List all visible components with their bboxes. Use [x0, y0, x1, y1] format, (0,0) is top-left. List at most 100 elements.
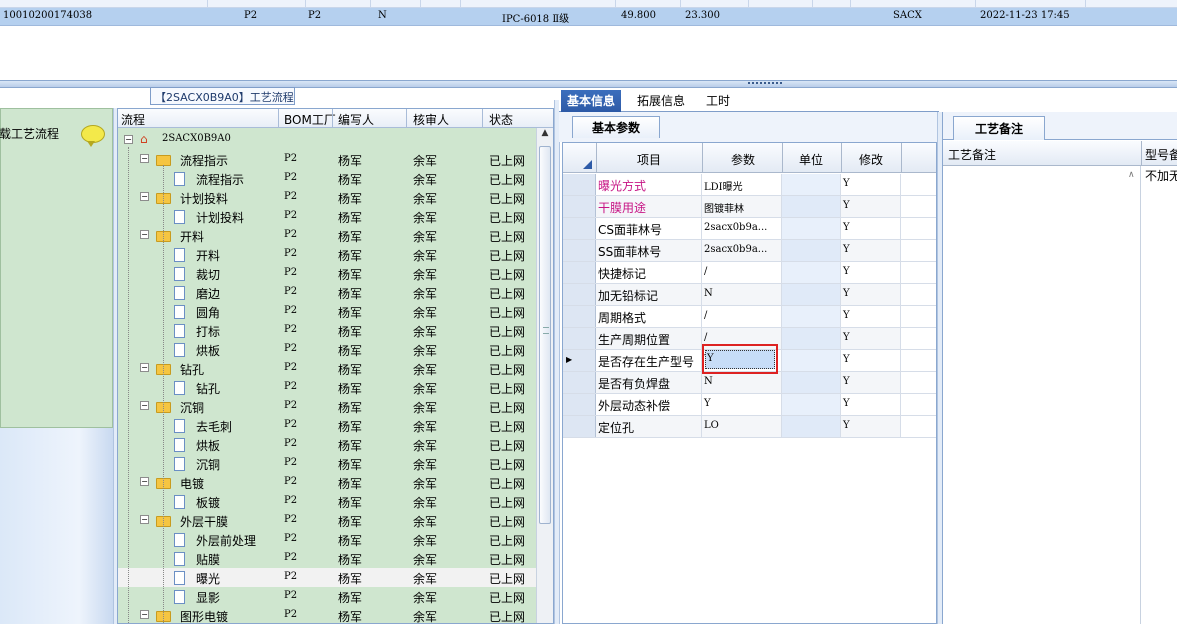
param-unit-cell[interactable] — [782, 174, 841, 195]
tree-row-doc[interactable]: 流程指示 P2 杨军 余军 已上网 — [118, 169, 536, 188]
param-row[interactable]: 是否有负焊盘 N Y — [563, 372, 936, 394]
param-row[interactable]: 曝光方式 LDI曝光 Y — [563, 174, 936, 196]
param-unit-cell[interactable] — [782, 262, 841, 283]
tree-row-doc[interactable]: 钻孔 P2 杨军 余军 已上网 — [118, 378, 536, 397]
collapse-toggle-icon[interactable]: − — [124, 135, 133, 144]
param-modify-cell[interactable]: Y — [841, 262, 901, 283]
header-writer[interactable]: 编写人 — [338, 111, 374, 128]
tab-work-hours[interactable]: 工时 — [700, 90, 736, 112]
param-modify-cell[interactable]: Y — [841, 218, 901, 239]
param-row[interactable]: 加无铅标记 N Y — [563, 284, 936, 306]
tree-row-folder[interactable]: − 图形电镀 P2 杨军 余军 已上网 — [118, 606, 536, 623]
param-modify-cell[interactable]: Y — [841, 372, 901, 393]
tree-row-doc[interactable]: 板镀 P2 杨军 余军 已上网 — [118, 492, 536, 511]
header-item[interactable]: 项目 — [637, 151, 661, 168]
tree-row-doc[interactable]: 显影 P2 杨军 余军 已上网 — [118, 587, 536, 606]
row-indicator[interactable]: ▶ — [563, 350, 596, 371]
param-value-cell[interactable]: N — [702, 284, 782, 305]
param-value-cell[interactable]: N — [702, 372, 782, 393]
collapse-toggle-icon[interactable]: − — [140, 230, 149, 239]
param-modify-cell[interactable]: Y — [841, 196, 901, 217]
header-factory[interactable]: BOM工厂 — [284, 111, 336, 128]
param-unit-cell[interactable] — [782, 350, 841, 371]
param-modify-cell[interactable]: Y — [841, 328, 901, 349]
row-indicator[interactable] — [563, 328, 596, 349]
row-indicator[interactable] — [563, 262, 596, 283]
param-unit-cell[interactable] — [782, 328, 841, 349]
param-row[interactable]: 外层动态补偿 Y Y — [563, 394, 936, 416]
collapse-toggle-icon[interactable]: − — [140, 363, 149, 372]
collapse-toggle-icon[interactable]: − — [140, 192, 149, 201]
param-unit-cell[interactable] — [782, 394, 841, 415]
flow-tree[interactable]: 流程 BOM工厂 编写人 核审人 状态 − ⌂ 2SACX0B9A0 − 流程指示… — [117, 108, 554, 624]
tree-row-doc[interactable]: 裁切 P2 杨军 余军 已上网 — [118, 264, 536, 283]
row-indicator[interactable] — [563, 196, 596, 217]
param-value-cell[interactable]: Y — [702, 394, 782, 415]
param-value-cell[interactable]: / — [702, 306, 782, 327]
header-flow[interactable]: 流程 — [121, 111, 145, 128]
tree-row-doc[interactable]: 去毛刺 P2 杨军 余军 已上网 — [118, 416, 536, 435]
scroll-thumb[interactable] — [539, 146, 551, 524]
tree-root[interactable]: − ⌂ 2SACX0B9A0 — [118, 131, 536, 150]
param-modify-cell[interactable]: Y — [841, 306, 901, 327]
tree-row-doc[interactable]: 曝光 P2 杨军 余军 已上网 — [118, 568, 536, 587]
param-value-cell[interactable]: / — [702, 262, 782, 283]
param-modify-cell[interactable]: Y — [841, 416, 901, 437]
tree-row-doc[interactable]: 圆角 P2 杨军 余军 已上网 — [118, 302, 536, 321]
tab-basic-info[interactable]: 基本信息 — [561, 90, 622, 112]
tree-row-doc[interactable]: 计划投料 P2 杨军 余军 已上网 — [118, 207, 536, 226]
param-unit-cell[interactable] — [782, 240, 841, 261]
param-unit-cell[interactable] — [782, 306, 841, 327]
param-value-cell[interactable]: 2sacx0b9a... — [702, 218, 782, 239]
collapse-toggle-icon[interactable]: − — [140, 515, 149, 524]
load-flow-label[interactable]: 载工艺流程 — [0, 125, 59, 142]
tree-row-folder[interactable]: − 电镀 P2 杨军 余军 已上网 — [118, 473, 536, 492]
header-status[interactable]: 状态 — [489, 111, 513, 128]
model-notes-col-header[interactable]: 型号备 — [1145, 146, 1177, 163]
tree-row-folder[interactable]: − 流程指示 P2 杨军 余军 已上网 — [118, 150, 536, 169]
row-indicator[interactable] — [563, 372, 596, 393]
row-indicator[interactable] — [563, 394, 596, 415]
header-modify[interactable]: 修改 — [859, 151, 883, 168]
param-row[interactable]: 快捷标记 / Y — [563, 262, 936, 284]
tree-row-doc[interactable]: 磨边 P2 杨军 余军 已上网 — [118, 283, 536, 302]
param-value-cell[interactable]: 图镀菲林 — [702, 196, 782, 217]
param-modify-cell[interactable]: Y — [841, 350, 901, 371]
param-modify-cell[interactable]: Y — [841, 394, 901, 415]
middle-splitter[interactable] — [554, 100, 560, 624]
chat-bubble-icon[interactable] — [81, 125, 105, 147]
tree-row-doc[interactable]: 外层前处理 P2 杨军 余军 已上网 — [118, 530, 536, 549]
collapse-toggle-icon[interactable]: − — [140, 477, 149, 486]
param-value-cell[interactable]: 2sacx0b9a... — [702, 240, 782, 261]
header-unit[interactable]: 单位 — [799, 151, 823, 168]
param-row[interactable]: 周期格式 / Y — [563, 306, 936, 328]
row-indicator[interactable] — [563, 240, 596, 261]
param-modify-cell[interactable]: Y — [841, 174, 901, 195]
top-grid-row[interactable]: 10010200174038 P2 P2 N IPC-6018 Ⅱ级 49.80… — [0, 8, 1177, 26]
scroll-up-icon[interactable]: ▲ — [537, 128, 553, 144]
row-indicator[interactable] — [563, 306, 596, 327]
notes-textarea[interactable] — [943, 166, 1141, 624]
header-param[interactable]: 参数 — [731, 151, 755, 168]
row-indicator[interactable] — [563, 284, 596, 305]
tree-row-doc[interactable]: 沉铜 P2 杨军 余军 已上网 — [118, 454, 536, 473]
param-modify-cell[interactable]: Y — [841, 240, 901, 261]
tree-row-folder[interactable]: − 计划投料 P2 杨军 余军 已上网 — [118, 188, 536, 207]
params-grid[interactable]: 项目 参数 单位 修改 曝光方式 LDI曝光 Y 干膜用途 图镀菲林 Y CS面菲林号 2sa… — [562, 142, 937, 624]
tree-row-doc[interactable]: 烘板 P2 杨军 余军 已上网 — [118, 340, 536, 359]
param-row[interactable]: 定位孔 LO Y — [563, 416, 936, 438]
param-modify-cell[interactable]: Y — [841, 284, 901, 305]
row-indicator[interactable] — [563, 218, 596, 239]
tree-row-doc[interactable]: 打标 P2 杨军 余军 已上网 — [118, 321, 536, 340]
notes-col-header[interactable]: 工艺备注 — [948, 146, 996, 163]
param-value-cell[interactable]: LO — [702, 416, 782, 437]
tab-extended-info[interactable]: 拓展信息 — [631, 90, 691, 112]
param-value-cell[interactable]: LDI曝光 — [702, 174, 782, 195]
collapse-toggle-icon[interactable]: − — [140, 154, 149, 163]
tree-row-doc[interactable]: 烘板 P2 杨军 余军 已上网 — [118, 435, 536, 454]
collapse-toggle-icon[interactable]: − — [140, 610, 149, 619]
param-row[interactable]: 干膜用途 图镀菲林 Y — [563, 196, 936, 218]
tree-row-folder[interactable]: − 开料 P2 杨军 余军 已上网 — [118, 226, 536, 245]
row-indicator[interactable] — [563, 174, 596, 195]
tree-row-doc[interactable]: 贴膜 P2 杨军 余军 已上网 — [118, 549, 536, 568]
